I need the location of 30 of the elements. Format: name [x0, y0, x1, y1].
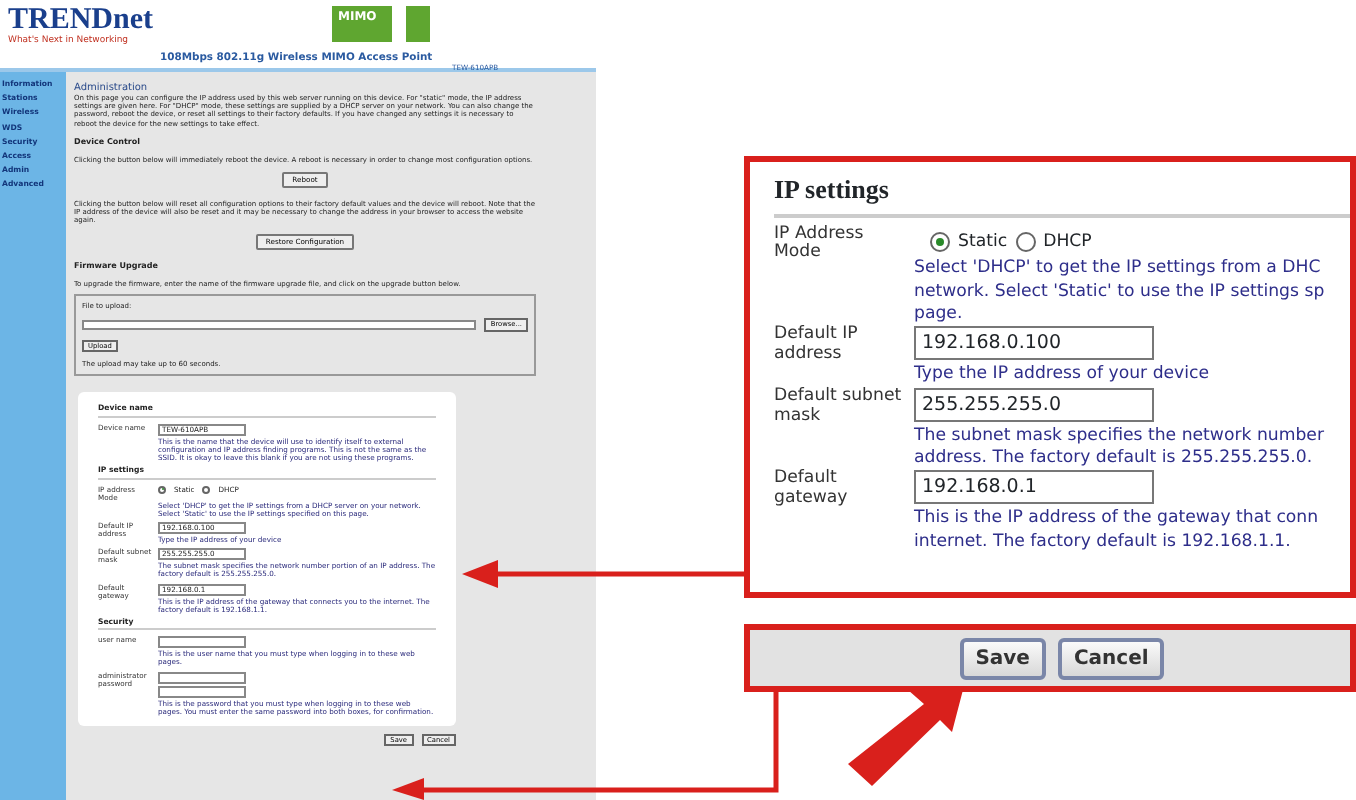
radio-button[interactable]	[158, 485, 166, 494]
form-button[interactable]: Save	[959, 637, 1046, 679]
input-field[interactable]: 192.168.0.1	[914, 470, 1154, 505]
hint-text: network. Select 'Static' to use the IP settings sp	[914, 281, 1327, 303]
field-label: Default IP address	[774, 326, 860, 369]
field-label: Default gateway	[774, 470, 850, 513]
hint-text: This is the IP address of the gateway that conn	[914, 508, 1321, 530]
hint-text: The subnet mask specifies the network number	[914, 425, 1326, 446]
radio-button[interactable]	[930, 231, 950, 252]
logo-icon	[406, 6, 430, 42]
radio-label: DHCP	[1043, 229, 1092, 255]
section-title: IP settings	[774, 170, 1350, 217]
field-label: IP Address Mode	[774, 225, 866, 267]
logo: TRENDnet	[8, 6, 154, 36]
radio-label: Static	[958, 229, 1008, 255]
input-field[interactable]	[158, 636, 246, 649]
radio-button[interactable]	[202, 485, 211, 494]
hint-text: address. The factory default is 255.255.255.0.	[914, 447, 1315, 469]
hint-text: internet. The factory default is 192.168.1.1.	[914, 531, 1293, 552]
input-field[interactable]	[158, 685, 246, 698]
field-label: Default subnet mask	[774, 387, 904, 430]
file-input-field[interactable]	[82, 319, 477, 330]
radio-button[interactable]	[1015, 231, 1036, 252]
hint-text: page.	[914, 304, 965, 325]
hint-text: Select 'DHCP' to get the IP settings from a DHC	[914, 258, 1323, 280]
input-field[interactable]: 255.255.255.0	[914, 387, 1154, 422]
input-field[interactable]: 192.168.0.100	[914, 326, 1154, 361]
form-button[interactable]: Cancel	[1057, 637, 1165, 679]
hint-text: Type the IP address of your device	[914, 364, 1212, 386]
input-field[interactable]	[158, 671, 246, 684]
